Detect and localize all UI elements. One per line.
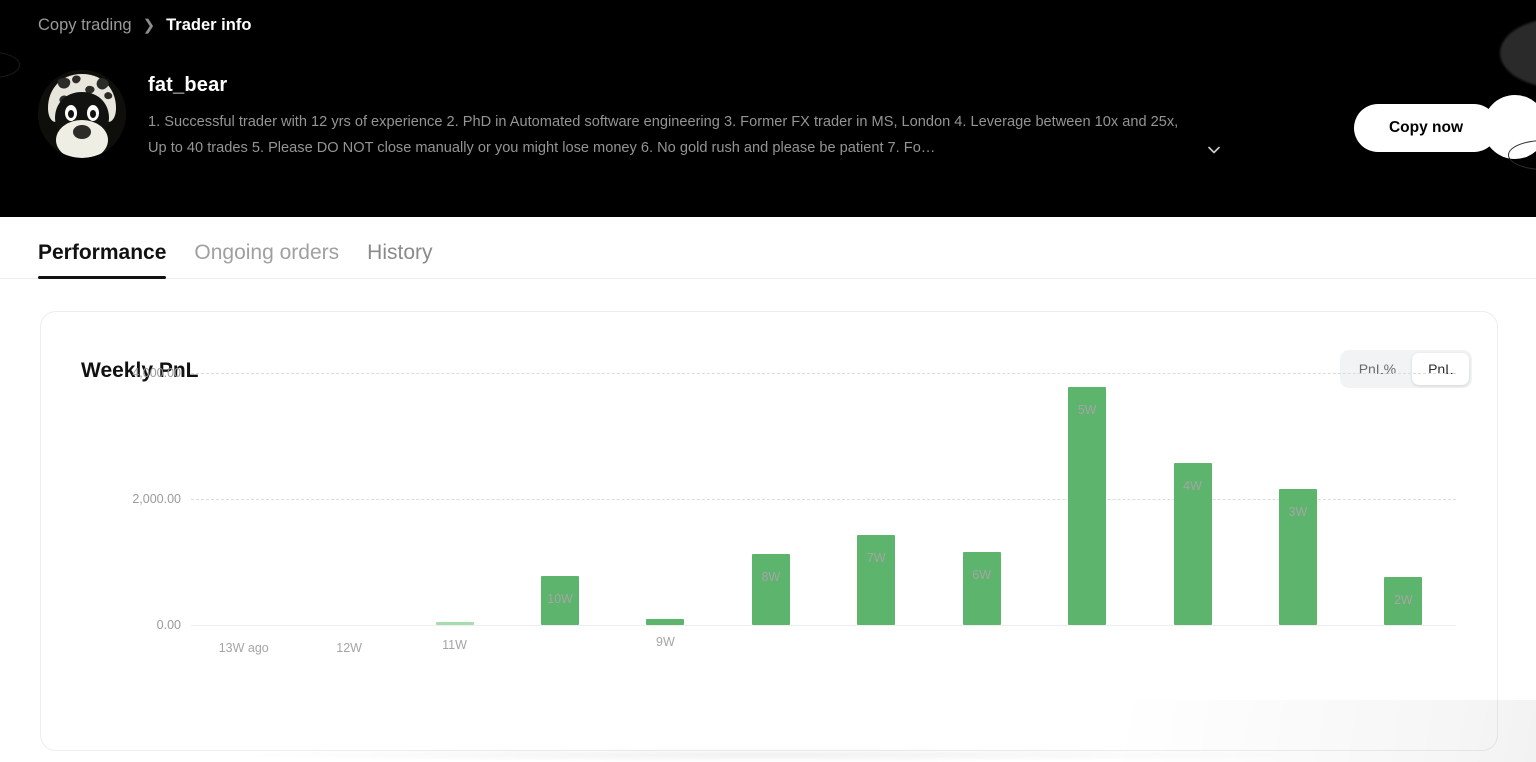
chart-bar-slot[interactable]: 6W	[929, 551, 1034, 625]
chart-bar-slot[interactable]: 4W	[1140, 463, 1245, 625]
gridline	[191, 373, 1456, 374]
chart-bar-slot[interactable]: 11W	[402, 622, 507, 652]
weekly-pnl-card: Weekly PnL PnL% PnL 0.00 2,000.00 4,000.00…	[40, 311, 1498, 751]
chart-bar-slot[interactable]: 7W	[824, 534, 929, 625]
tab-bar: Performance Ongoing orders History	[0, 217, 1536, 279]
chevron-right-icon: ❯	[142, 17, 156, 34]
chart-bar-slot[interactable]: 2W	[1351, 577, 1456, 625]
chart-bar-slot[interactable]: 5W	[1034, 386, 1139, 625]
x-axis-tick-label: 5W	[1077, 402, 1097, 417]
trader-summary: fat_bear 1. Successful trader with 12 yr…	[38, 70, 1223, 161]
trader-info-page: Copy trading ❯ Trader info fat_bear 1. S…	[0, 0, 1536, 762]
card-bottom-shadow	[240, 748, 1300, 762]
page-header: Copy trading ❯ Trader info fat_bear 1. S…	[0, 0, 1536, 217]
chart-bar[interactable]	[1068, 386, 1107, 625]
chart-bar-slot[interactable]: 3W	[1245, 488, 1350, 625]
tab-performance[interactable]: Performance	[38, 241, 167, 279]
chart-bar-slot[interactable]: 9W	[613, 619, 718, 649]
x-axis-tick-label: 4W	[1183, 479, 1202, 494]
decorative-blob-top-right-icon	[1500, 18, 1536, 88]
y-axis-tick-label: 4,000.00	[132, 366, 181, 380]
x-axis-tick-label: 10W	[547, 591, 573, 606]
chevron-down-icon[interactable]	[1205, 141, 1223, 159]
toggle-option-pnl[interactable]: PnL	[1412, 353, 1469, 385]
chart-bar[interactable]	[962, 551, 1001, 625]
pnl-mode-toggle[interactable]: PnL% PnL	[1339, 350, 1472, 388]
x-axis-tick-label: 6W	[972, 567, 992, 582]
chart-bar[interactable]	[751, 553, 790, 625]
x-axis-tick-label: 8W	[761, 569, 781, 584]
chart-bar[interactable]	[646, 619, 685, 625]
breadcrumb-current-trader-info: Trader info	[166, 16, 252, 34]
chart-bar[interactable]	[435, 622, 474, 625]
panda-avatar-icon	[38, 70, 126, 158]
x-axis-tick-label: 9W	[656, 635, 675, 650]
trader-meta: fat_bear 1. Successful trader with 12 yr…	[148, 70, 1223, 161]
breadcrumb: Copy trading ❯ Trader info	[38, 16, 251, 35]
breadcrumb-link-copy-trading[interactable]: Copy trading	[38, 16, 132, 35]
tab-ongoing-orders[interactable]: Ongoing orders	[194, 241, 339, 279]
chart-bar[interactable]	[857, 534, 896, 625]
trader-name: fat_bear	[148, 74, 228, 96]
x-axis-tick-label: 11W	[442, 638, 467, 652]
weekly-pnl-chart: 0.00 2,000.00 4,000.00 13W ago 12W 11W 10W 9W 8…	[132, 366, 1456, 762]
y-axis-tick-label: 2,000.00	[132, 492, 181, 506]
chart-bar-slot[interactable]: 10W	[507, 575, 612, 625]
toggle-option-pnl-percent[interactable]: PnL%	[1343, 353, 1412, 385]
x-axis-tick-label: 13W ago	[218, 641, 269, 655]
x-axis-tick-label: 3W	[1288, 504, 1308, 519]
trader-description: 1. Successful trader with 12 yrs of expe…	[148, 114, 1179, 156]
trader-description-row: 1. Successful trader with 12 yrs of expe…	[148, 109, 1223, 161]
avatar	[38, 70, 126, 158]
decorative-ellipse-right-icon	[1508, 140, 1536, 170]
decorative-ellipse-left-icon	[0, 52, 20, 78]
x-axis-tick-label: 12W	[336, 641, 362, 655]
gridline	[191, 625, 1456, 626]
chart-bar-slot[interactable]: 8W	[718, 553, 823, 625]
tab-history[interactable]: History	[367, 241, 432, 279]
x-axis-tick-label: 7W	[866, 550, 886, 565]
y-axis-tick-label: 0.00	[156, 618, 181, 632]
x-axis-tick-label: 2W	[1393, 593, 1413, 608]
copy-now-button[interactable]: Copy now	[1354, 104, 1498, 152]
